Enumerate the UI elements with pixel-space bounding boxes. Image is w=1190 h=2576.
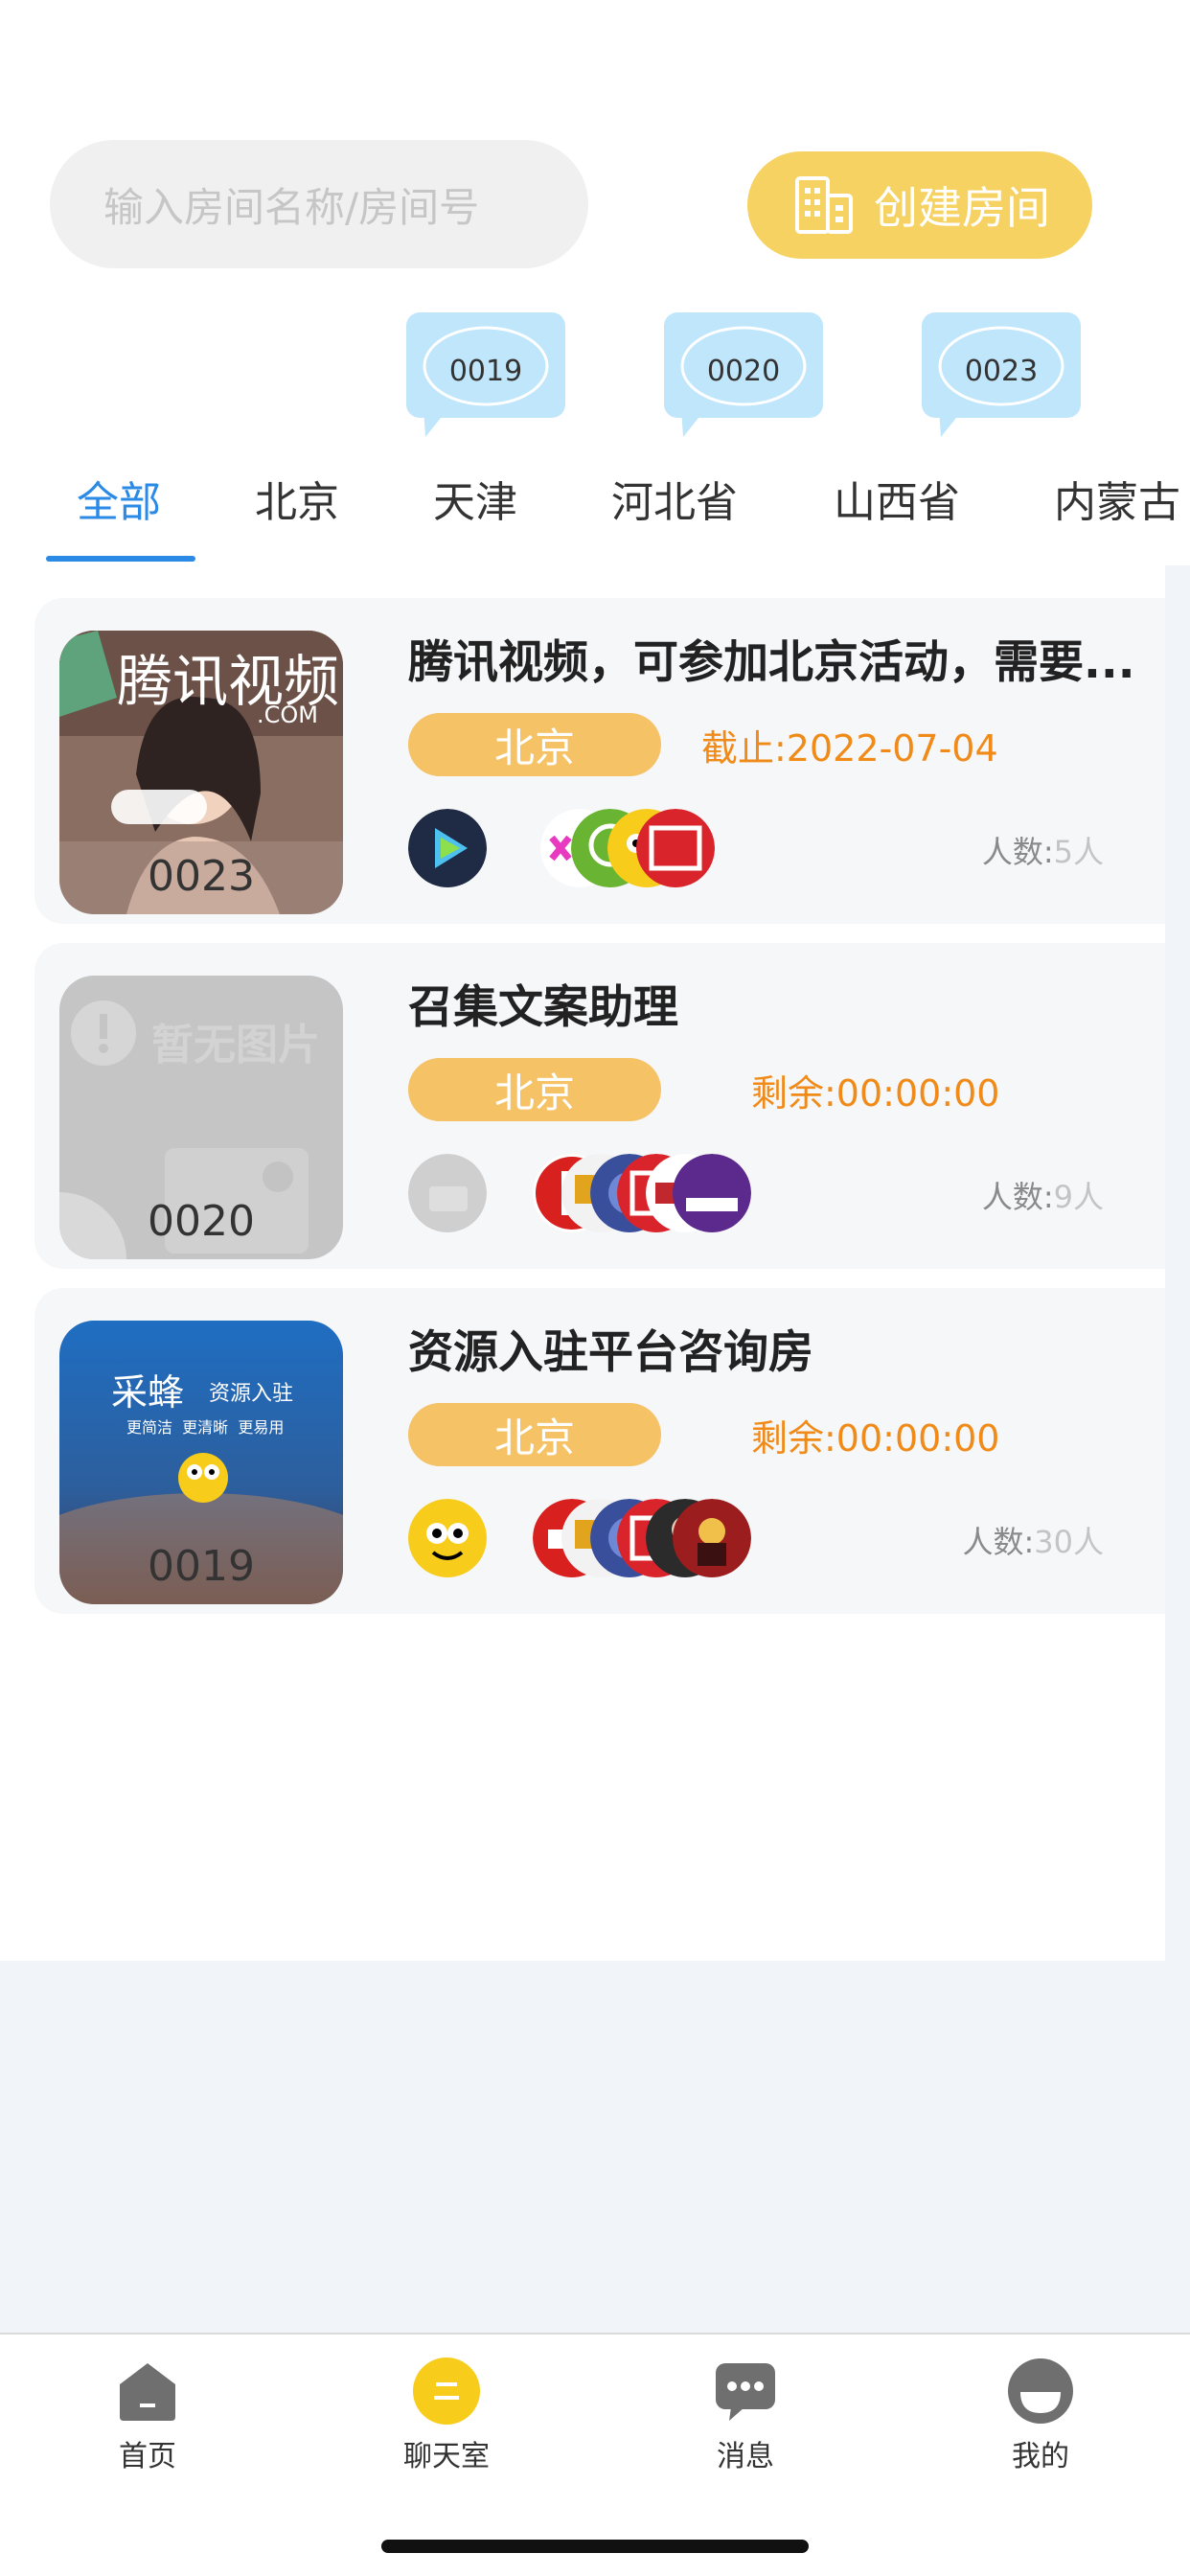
room-title: 召集文案助理 — [408, 981, 678, 1034]
nav-messages-label: 消息 — [717, 2440, 774, 2473]
tab-hebei[interactable]: 河北省 — [611, 468, 738, 529]
room-code: 0023 — [148, 852, 255, 901]
message-icon — [712, 2358, 779, 2425]
member-count-value: 9人 — [1053, 1179, 1104, 1215]
member-count-value: 30人 — [1034, 1524, 1104, 1560]
member-avatars — [408, 1499, 811, 1577]
nav-chatroom[interactable]: 聊天室 — [379, 2358, 514, 2474]
avatar — [673, 1499, 751, 1577]
member-avatars — [408, 809, 811, 887]
member-count-label: 人数: — [962, 1524, 1035, 1560]
avatar — [408, 1154, 487, 1232]
tab-shanxi[interactable]: 山西省 — [834, 468, 960, 529]
nav-profile[interactable]: 我的 — [973, 2358, 1108, 2474]
scroll-rail — [1165, 565, 1190, 1961]
nav-messages[interactable]: 消息 — [678, 2358, 812, 2474]
bubble-code: 0020 — [706, 355, 781, 388]
city-badge: 北京 — [408, 1058, 661, 1121]
tab-neimenggu[interactable]: 内蒙古 — [1054, 468, 1180, 529]
room-thumbnail: 暂无图片 0020 — [59, 976, 343, 1259]
member-avatars — [408, 1154, 811, 1232]
home-icon — [114, 2358, 181, 2425]
bubble-code: 0019 — [448, 355, 523, 388]
tab-all[interactable]: 全部 — [77, 468, 161, 529]
thumbnail-brand-subtext: 资源入驻 — [209, 1382, 294, 1406]
member-count-value: 5人 — [1053, 834, 1104, 870]
profile-icon — [1007, 2358, 1074, 2425]
city-badge: 北京 — [408, 1403, 661, 1466]
search-input[interactable]: 输入房间名称/房间号 — [50, 140, 588, 268]
room-card[interactable]: 暂无图片 0020 召集文案助理 北京 剩余:00:00:00 人数:9人 — [34, 943, 1165, 1269]
room-thumbnail: 采蜂 资源入驻 更简洁 更清晰 更易用 0019 — [59, 1321, 343, 1604]
create-room-button[interactable]: 创建房间 — [747, 151, 1092, 259]
thumbnail-tagline: 更简洁 更清晰 更易用 — [126, 1418, 285, 1437]
room-title: 腾讯视频，可参加北京活动，需要... — [408, 636, 1135, 689]
avatar — [636, 809, 715, 887]
room-card[interactable]: 腾讯视频 .COM 0023 腾讯视频，可参加北京活动，需要... 北京 截止:… — [34, 598, 1165, 924]
nav-home[interactable]: 首页 — [80, 2358, 215, 2474]
member-count-label: 人数: — [981, 834, 1054, 870]
tab-tianjin[interactable]: 天津 — [433, 468, 517, 529]
nav-profile-label: 我的 — [1012, 2440, 1069, 2473]
nav-home-label: 首页 — [119, 2440, 176, 2473]
member-count: 人数:5人 — [982, 828, 1104, 872]
avatar — [408, 809, 487, 887]
chatroom-icon — [413, 2358, 480, 2425]
tab-beijing[interactable]: 北京 — [255, 468, 339, 529]
member-count-label: 人数: — [981, 1179, 1054, 1215]
thumbnail-placeholder-text: 暂无图片 — [151, 1021, 320, 1070]
room-remaining: 剩余:00:00:00 — [751, 1072, 1000, 1115]
room-thumbnail: 腾讯视频 .COM 0023 — [59, 631, 343, 914]
avatar — [673, 1154, 751, 1232]
city-badge: 北京 — [408, 713, 661, 776]
room-deadline: 截止:2022-07-04 — [701, 727, 998, 770]
room-bubble-0020[interactable]: 0020 — [664, 312, 823, 437]
nav-chatroom-label: 聊天室 — [403, 2440, 490, 2473]
search-placeholder: 输入房间名称/房间号 — [103, 183, 480, 231]
room-card[interactable]: 采蜂 资源入驻 更简洁 更清晰 更易用 0019 资源入驻平台咨询房 北京 剩余… — [34, 1288, 1165, 1614]
member-count: 人数:9人 — [982, 1173, 1104, 1217]
room-remaining: 剩余:00:00:00 — [751, 1417, 1000, 1460]
create-room-label: 创建房间 — [874, 182, 1050, 234]
thumbnail-brand-subtext: .COM — [257, 702, 318, 728]
home-indicator[interactable] — [381, 2540, 809, 2553]
room-title: 资源入驻平台咨询房 — [408, 1326, 813, 1379]
thumbnail-brand-text: 采蜂 — [111, 1371, 185, 1414]
room-code: 0020 — [148, 1197, 255, 1246]
building-icon — [790, 169, 858, 242]
region-tabs: 全部 北京 天津 河北省 山西省 内蒙古 — [0, 450, 1190, 565]
member-count: 人数:30人 — [962, 1518, 1104, 1562]
bubble-code: 0023 — [964, 355, 1039, 388]
avatar — [408, 1499, 487, 1577]
room-code: 0019 — [148, 1542, 255, 1591]
active-tab-indicator — [46, 556, 195, 562]
room-bubble-0019[interactable]: 0019 — [406, 312, 565, 437]
room-bubble-0023[interactable]: 0023 — [922, 312, 1081, 437]
